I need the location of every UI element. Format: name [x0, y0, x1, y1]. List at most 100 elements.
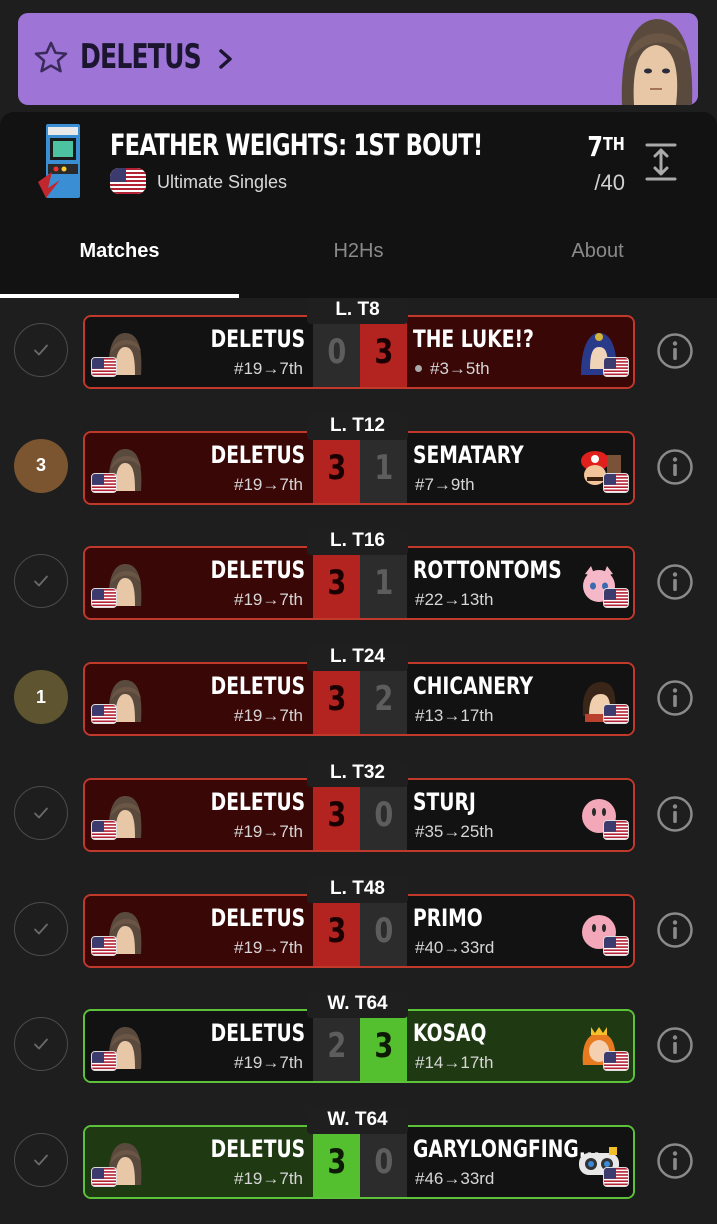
left-player-name: DELETUS — [210, 325, 305, 353]
match-status-check[interactable] — [14, 323, 68, 377]
left-player-name: DELETUS — [210, 1019, 305, 1047]
player-name[interactable]: DELETUS — [80, 37, 201, 77]
tab-matches[interactable]: Matches — [0, 240, 239, 263]
us-flag-icon — [603, 936, 629, 956]
left-score: 3 — [313, 433, 360, 503]
match-row[interactable]: 3DELETUS#19→7th31SEMATARY#7→9thL. T12 — [0, 414, 717, 530]
right-player-name: STURJ — [413, 788, 476, 816]
left-player-panel[interactable]: DELETUS#19→7th — [85, 433, 313, 503]
match-card[interactable]: DELETUS#19→7th31ROTTONTOMS#22→13th — [83, 546, 635, 620]
right-player-panel[interactable]: STURJ#35→25th — [407, 780, 635, 850]
placement: 7TH — [588, 130, 625, 163]
match-status-check[interactable] — [14, 554, 68, 608]
match-row[interactable]: DELETUS#19→7th30PRIMO#40→33rdL. T48 — [0, 877, 717, 993]
right-score: 0 — [360, 1127, 407, 1197]
info-icon[interactable] — [656, 679, 694, 717]
player-header[interactable]: DELETUS — [18, 13, 698, 105]
left-player-seed: #19→7th — [234, 475, 303, 495]
right-player-panel[interactable]: CHICANERY #13→17th — [407, 664, 635, 734]
left-player-name: DELETUS — [210, 788, 305, 816]
dot-icon — [415, 365, 422, 372]
left-player-panel[interactable]: DELETUS#19→7th — [85, 548, 313, 618]
match-card[interactable]: DELETUS#19→7th30STURJ#35→25th — [83, 778, 635, 852]
left-player-panel[interactable]: DELETUS #19→7th — [85, 780, 313, 850]
right-player-seed: #13→17th — [415, 706, 493, 726]
match-row[interactable]: DELETUS #19→7th 30GARYLONGFING...#46→33rdW… — [0, 1108, 717, 1224]
right-score: 0 — [360, 896, 407, 966]
left-player-seed: #19→7th — [234, 1169, 303, 1189]
tab-about[interactable]: About — [478, 240, 717, 263]
star-icon[interactable] — [32, 39, 70, 77]
left-score: 3 — [313, 664, 360, 734]
info-icon[interactable] — [656, 563, 694, 601]
match-status-check[interactable] — [14, 902, 68, 956]
round-label: W. T64 — [307, 1108, 408, 1134]
match-row[interactable]: DELETUS#19→7th03THE LUKE!?#3→5thL. T8 — [0, 298, 717, 414]
match-status-check[interactable] — [14, 786, 68, 840]
info-icon[interactable] — [656, 795, 694, 833]
check-icon — [31, 1150, 51, 1170]
tournament-card: FEATHER WEIGHTS: 1ST BOUT! Ultimate Sing… — [0, 112, 717, 298]
info-icon[interactable] — [656, 332, 694, 370]
info-icon[interactable] — [656, 1142, 694, 1180]
right-player-name: CHICANERY — [413, 672, 533, 700]
left-player-name: DELETUS — [210, 1135, 305, 1163]
us-flag-icon — [603, 473, 629, 493]
right-player-panel[interactable]: THE LUKE!? #3→5th — [407, 317, 635, 387]
match-status-count[interactable]: 3 — [14, 439, 68, 493]
round-label: L. T48 — [307, 877, 408, 903]
match-row[interactable]: DELETUS#19→7th23KOSAQ#14→17thW. T64 — [0, 992, 717, 1108]
arcade-cabinet-icon — [34, 122, 90, 200]
tab-h2hs[interactable]: H2Hs — [239, 240, 478, 263]
match-card[interactable]: DELETUS#19→7th32CHICANERY#13→17th — [83, 662, 635, 736]
match-card[interactable]: DELETUS#19→7th03THE LUKE!?#3→5th — [83, 315, 635, 389]
right-player-seed: #14→17th — [415, 1053, 493, 1073]
right-player-name: KOSAQ — [413, 1019, 486, 1047]
us-flag-icon — [603, 588, 629, 608]
info-icon[interactable] — [656, 911, 694, 949]
left-player-name: DELETUS — [210, 904, 305, 932]
match-status-check[interactable] — [14, 1133, 68, 1187]
right-player-panel[interactable]: GARYLONGFING...#46→33rd — [407, 1127, 635, 1197]
match-card[interactable]: DELETUS #19→7th 30GARYLONGFING...#46→33rd — [83, 1125, 635, 1199]
us-flag-icon — [603, 704, 629, 724]
right-player-panel[interactable]: PRIMO#40→33rd — [407, 896, 635, 966]
character-portrait-icon — [610, 13, 698, 105]
match-card[interactable]: DELETUS#19→7th23KOSAQ#14→17th — [83, 1009, 635, 1083]
left-player-seed: #19→7th — [234, 822, 303, 842]
info-icon[interactable] — [656, 448, 694, 486]
match-status-count[interactable]: 1 — [14, 670, 68, 724]
right-score: 3 — [360, 317, 407, 387]
expand-icon[interactable] — [644, 142, 678, 182]
round-label: L. T12 — [307, 414, 408, 440]
tournament-name[interactable]: FEATHER WEIGHTS: 1ST BOUT! — [110, 128, 482, 162]
left-player-name: DELETUS — [210, 556, 305, 584]
left-player-panel[interactable]: DELETUS #19→7th — [85, 1127, 313, 1197]
match-card[interactable]: DELETUS#19→7th30PRIMO#40→33rd — [83, 894, 635, 968]
left-score: 3 — [313, 1127, 360, 1197]
us-flag-icon — [91, 473, 117, 493]
right-player-name: THE LUKE!? — [413, 325, 534, 353]
us-flag-icon — [91, 357, 117, 377]
us-flag-icon — [91, 1051, 117, 1071]
match-status-check[interactable] — [14, 1017, 68, 1071]
right-player-name: SEMATARY — [413, 441, 524, 469]
match-row[interactable]: DELETUS#19→7th30STURJ#35→25thL. T32 — [0, 761, 717, 877]
info-icon[interactable] — [656, 1026, 694, 1064]
check-icon — [31, 1034, 51, 1054]
left-player-panel[interactable]: DELETUS#19→7th — [85, 317, 313, 387]
right-player-name: ROTTONTOMS — [413, 556, 562, 584]
event-name: Ultimate Singles — [157, 172, 287, 193]
right-player-seed: #3→5th — [415, 359, 490, 379]
right-player-panel[interactable]: SEMATARY#7→9th — [407, 433, 635, 503]
match-row[interactable]: DELETUS#19→7th31ROTTONTOMS#22→13thL. T16 — [0, 529, 717, 645]
right-player-panel[interactable]: ROTTONTOMS#22→13th — [407, 548, 635, 618]
match-row[interactable]: 1DELETUS#19→7th32CHICANERY#13→17thL. T24 — [0, 645, 717, 761]
left-player-panel[interactable]: DELETUS#19→7th — [85, 1011, 313, 1081]
match-card[interactable]: DELETUS#19→7th31SEMATARY#7→9th — [83, 431, 635, 505]
left-player-panel[interactable]: DELETUS#19→7th — [85, 896, 313, 966]
right-player-panel[interactable]: KOSAQ #14→17th — [407, 1011, 635, 1081]
right-score: 0 — [360, 780, 407, 850]
left-player-panel[interactable]: DELETUS#19→7th — [85, 664, 313, 734]
chevron-right-icon[interactable] — [215, 45, 237, 73]
